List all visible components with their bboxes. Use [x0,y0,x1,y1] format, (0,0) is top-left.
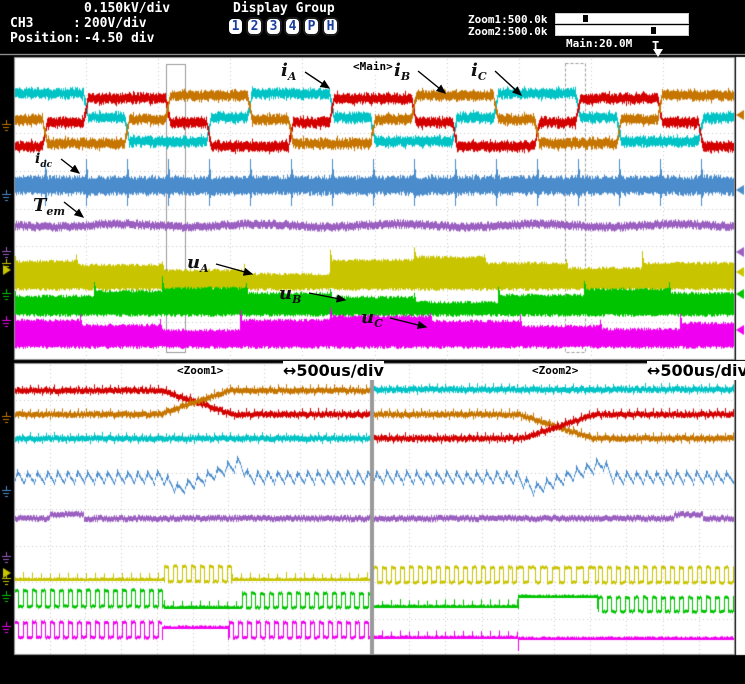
label-idc: idc [35,151,52,170]
display-group-button-2[interactable]: 2 [246,17,263,36]
zoom2-timebase: ↔500us/div [647,361,745,380]
zoom2-window-tag: <Zoom2> [531,364,579,377]
position-label: Position [10,31,73,46]
zoom1-window-tag: <Zoom1> [176,364,224,377]
zoom1-timebase: ↔500us/div [283,361,384,380]
display-group-button-3[interactable]: 3 [265,17,282,36]
display-group-buttons: 1 2 3 4 P H [227,17,339,36]
ch3-vdiv-kv: 0.150kV/div [84,1,170,16]
ch3-label: CH3 [10,16,33,31]
ch3-colon: : [73,16,81,31]
oscilloscope-screen: 0.150kV/div CH3 : 200V/div Position : -4… [0,0,745,684]
zoom1-position-bar[interactable] [555,13,689,24]
position-colon: : [73,31,81,46]
label-ic: iC [471,60,487,83]
display-group-button-p[interactable]: P [303,17,320,36]
display-group-button-h[interactable]: H [322,17,339,36]
zoom2-length-label: Zoom2:500.0k [468,25,547,38]
label-tem: Tem [33,195,65,218]
display-group-title: Display Group [233,1,335,16]
zoom2-position-tick[interactable] [651,27,656,34]
main-window-tag: <Main> [352,60,394,73]
label-ib: iB [394,60,410,83]
waveform-canvas [0,0,745,684]
label-uc: uC [361,307,383,330]
label-ua: uA [187,252,209,275]
trigger-position-icon [653,49,663,57]
main-record-label: Main:20.0M [566,37,632,50]
label-ub: uB [279,283,301,306]
zoom1-position-tick[interactable] [583,15,588,22]
zoom2-position-bar[interactable] [555,25,689,36]
label-ia: iA [281,60,296,83]
position-value: -4.50 div [84,31,154,46]
display-group-button-1[interactable]: 1 [227,17,244,36]
display-group-button-4[interactable]: 4 [284,17,301,36]
ch3-vdiv: 200V/div [84,16,147,31]
